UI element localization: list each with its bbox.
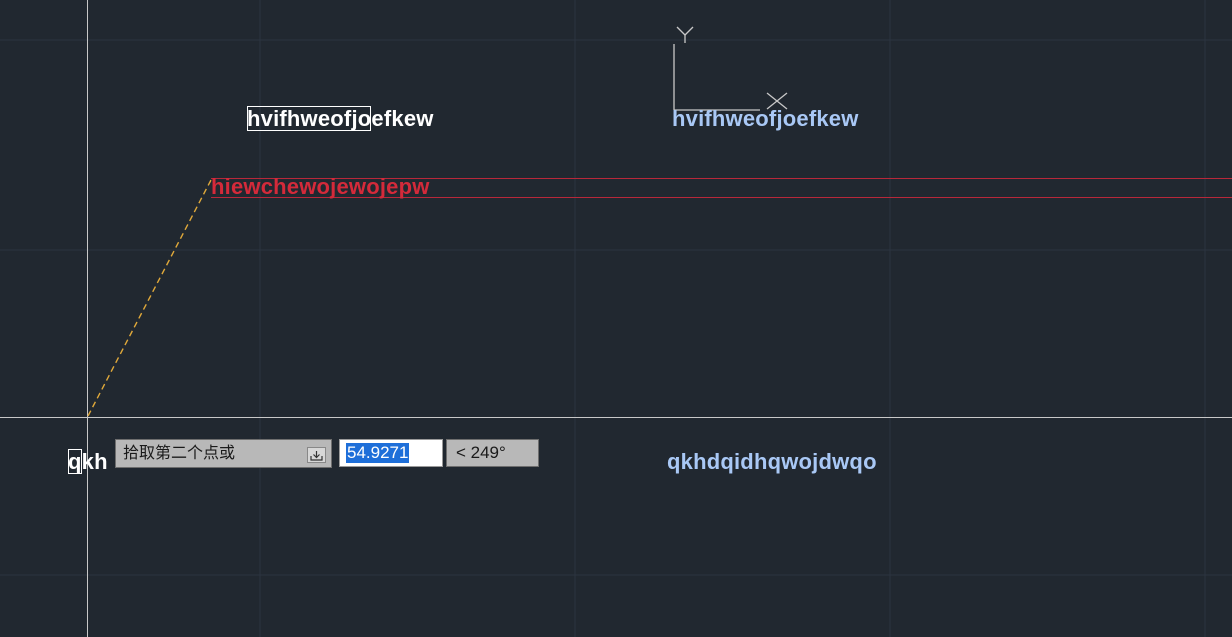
- command-prompt-tooltip[interactable]: 拾取第二个点或: [115, 439, 332, 468]
- text-object-white-top[interactable]: hvifhweofjoefkew: [247, 106, 434, 131]
- text-selection-box: hvifhweofjo: [247, 106, 372, 131]
- distance-value-selected: 54.9271: [346, 443, 410, 463]
- distance-input[interactable]: 54.9271: [339, 439, 443, 467]
- angle-value: < 249°: [456, 443, 506, 462]
- text-object-blue-top[interactable]: hvifhweofjoefkew: [672, 108, 859, 130]
- drawing-canvas[interactable]: hvifhweofjoefkew hvifhweofjoefkew hiewch…: [0, 0, 1232, 637]
- text-selection-char-box: q: [68, 449, 82, 474]
- download-arrow-icon[interactable]: [307, 447, 326, 463]
- text-object-blue-bottom[interactable]: qkhdqidhqwojdwqo: [667, 451, 877, 473]
- prompt-label: 拾取第二个点或: [123, 445, 236, 462]
- text-object-white-top-rest: efkew: [371, 106, 434, 131]
- text-object-red-highlighted[interactable]: hiewchewojewojepw: [211, 176, 430, 198]
- text-object-white-bottom-rest: kh: [81, 449, 108, 474]
- rubber-band-line: [87, 179, 212, 417]
- ucs-icon: [673, 26, 788, 111]
- angle-input[interactable]: < 249°: [446, 439, 539, 467]
- text-object-white-bottom[interactable]: qkh: [68, 449, 108, 474]
- overlay-layer: [0, 0, 1232, 637]
